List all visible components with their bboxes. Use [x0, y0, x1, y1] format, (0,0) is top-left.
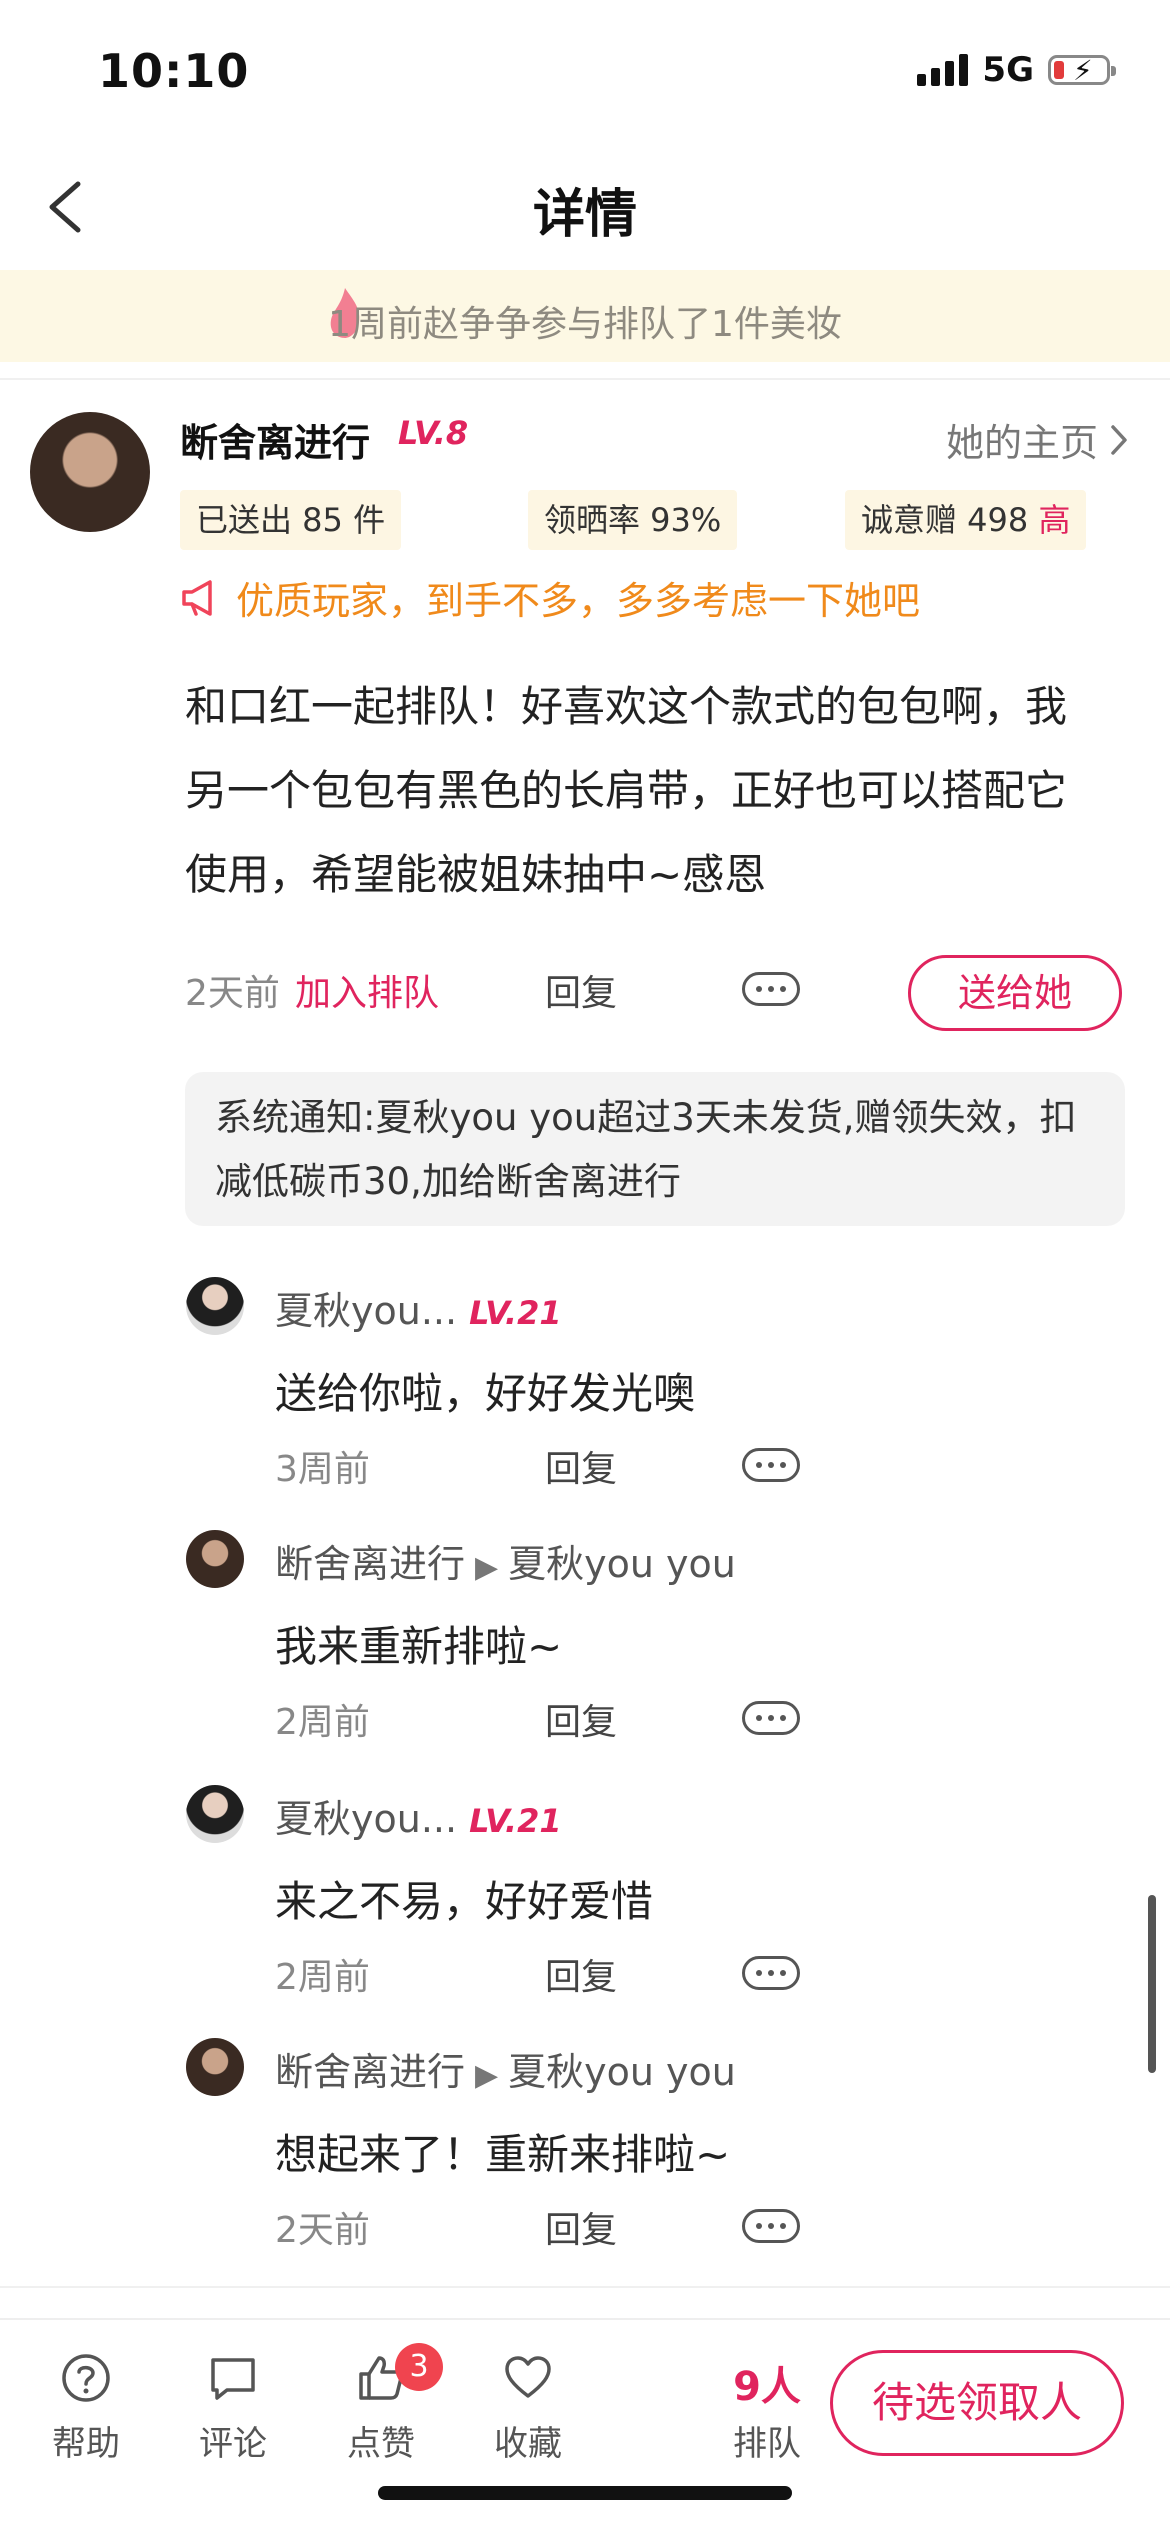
sincerity-level: 高	[1038, 501, 1071, 539]
homepage-link[interactable]: 她的主页	[946, 412, 1130, 467]
comment-icon	[211, 2358, 255, 2400]
reply-avatar[interactable]	[186, 1530, 244, 1588]
reply-author-name: 夏秋you...	[275, 1289, 458, 1333]
reply-target-name: 夏秋you you	[508, 1542, 736, 1586]
reply-time: 3周前	[275, 1449, 370, 1490]
network-label: 5G	[982, 50, 1034, 90]
post-text: 和口红一起排队！好喜欢这个款式的包包啊，我另一个包包有黑色的长肩带，正好也可以搭…	[185, 682, 1068, 899]
pending-claimant-button[interactable]: 待选领取人	[830, 2350, 1124, 2456]
reply-time: 2周前	[275, 1702, 370, 1743]
reply-author[interactable]: 夏秋you... LV.21	[275, 1788, 562, 1843]
send-to-her-button[interactable]: 送给她	[908, 955, 1122, 1031]
scrollbar[interactable]	[1148, 1895, 1156, 2073]
reply-avatar[interactable]	[186, 2038, 244, 2096]
help-icon	[62, 2354, 110, 2402]
status-indicators: 5G ⚡	[917, 50, 1116, 90]
system-notice: 系统通知:夏秋you you超过3天未发货,赠领失效，扣减低碳币30,加给断舍离…	[185, 1072, 1125, 1226]
reply-author-name: 断舍离进行	[275, 2050, 466, 2094]
page-title: 详情	[532, 185, 637, 245]
tab-favorite[interactable]: 收藏	[473, 2352, 583, 2465]
homepage-label: 她的主页	[945, 421, 1098, 465]
chevron-right-icon	[1111, 424, 1127, 455]
tab-help[interactable]: 帮助	[31, 2352, 141, 2465]
reply-arrow-icon: ▶	[475, 1550, 499, 1585]
user-avatar[interactable]	[30, 412, 150, 532]
more-icon[interactable]	[742, 1448, 800, 1482]
home-indicator[interactable]	[378, 2486, 792, 2500]
banner-text: 1周前赵争争参与排队了1件美妆	[328, 304, 842, 345]
reply-target-name: 夏秋you you	[508, 2050, 736, 2094]
reply-text: 来之不易，好好爱惜	[275, 1877, 654, 1926]
signal-icon	[917, 54, 969, 86]
reply-author-name: 断舍离进行	[275, 1542, 466, 1586]
reply-arrow-icon: ▶	[475, 2058, 499, 2093]
reply-author[interactable]: 夏秋you... LV.21	[275, 1280, 562, 1335]
more-icon[interactable]	[742, 1956, 800, 1990]
reply-reply-button[interactable]: 回复	[545, 1693, 617, 1745]
reply-author-level: LV.21	[469, 1802, 562, 1840]
reply-author[interactable]: 断舍离进行 ▶ 夏秋you you	[275, 1533, 736, 1588]
stat-review-rate: 领晒率 93%	[528, 490, 738, 550]
reply-author-level: LV.21	[469, 1294, 562, 1332]
more-icon[interactable]	[742, 972, 800, 1006]
join-queue-link[interactable]: 加入排队	[295, 964, 439, 1016]
divider	[0, 2286, 1170, 2288]
queue-label[interactable]: 排队	[712, 2416, 822, 2465]
reply-avatar[interactable]	[186, 1785, 244, 1843]
bottom-bar-divider	[0, 2318, 1170, 2320]
battery-icon: ⚡	[1048, 54, 1116, 87]
post-reply-button[interactable]: 回复	[545, 964, 617, 1016]
tab-comment[interactable]: 评论	[178, 2352, 288, 2465]
stat-sent: 已送出 85 件	[180, 490, 402, 550]
more-icon[interactable]	[742, 2209, 800, 2243]
queue-count[interactable]: 9人	[712, 2354, 822, 2412]
stat-sincerity: 诚意赠 498 高	[845, 490, 1087, 550]
reply-text: 我来重新排啦~	[275, 1622, 563, 1671]
megaphone-icon	[182, 579, 212, 616]
reply-text: 送给你啦，好好发光噢	[275, 1369, 696, 1418]
reply-reply-button[interactable]: 回复	[545, 1948, 617, 2000]
heart-icon	[505, 2356, 551, 2398]
reply-author-name: 夏秋you...	[275, 1797, 458, 1841]
reply-time: 2天前	[275, 2210, 370, 2251]
user-name[interactable]: 断舍离进行	[180, 412, 370, 467]
reply-text: 想起来了！重新来排啦~	[275, 2130, 731, 2179]
tip-text: 优质玩家，到手不多，多多考虑一下她吧	[236, 579, 921, 623]
reply-avatar[interactable]	[186, 1277, 244, 1335]
reply-author[interactable]: 断舍离进行 ▶ 夏秋you you	[275, 2041, 736, 2096]
more-icon[interactable]	[742, 1701, 800, 1735]
reply-time: 2周前	[275, 1957, 370, 1998]
reply-reply-button[interactable]: 回复	[545, 1440, 617, 1492]
status-time: 10:10	[98, 44, 250, 98]
player-tip: 优质玩家，到手不多，多多考虑一下她吧	[180, 570, 920, 625]
user-level-badge: LV.8	[398, 414, 469, 452]
divider	[0, 378, 1170, 380]
post-time: 2天前	[185, 973, 280, 1014]
reply-reply-button[interactable]: 回复	[545, 2201, 617, 2253]
like-count-badge: 3	[395, 2343, 443, 2391]
